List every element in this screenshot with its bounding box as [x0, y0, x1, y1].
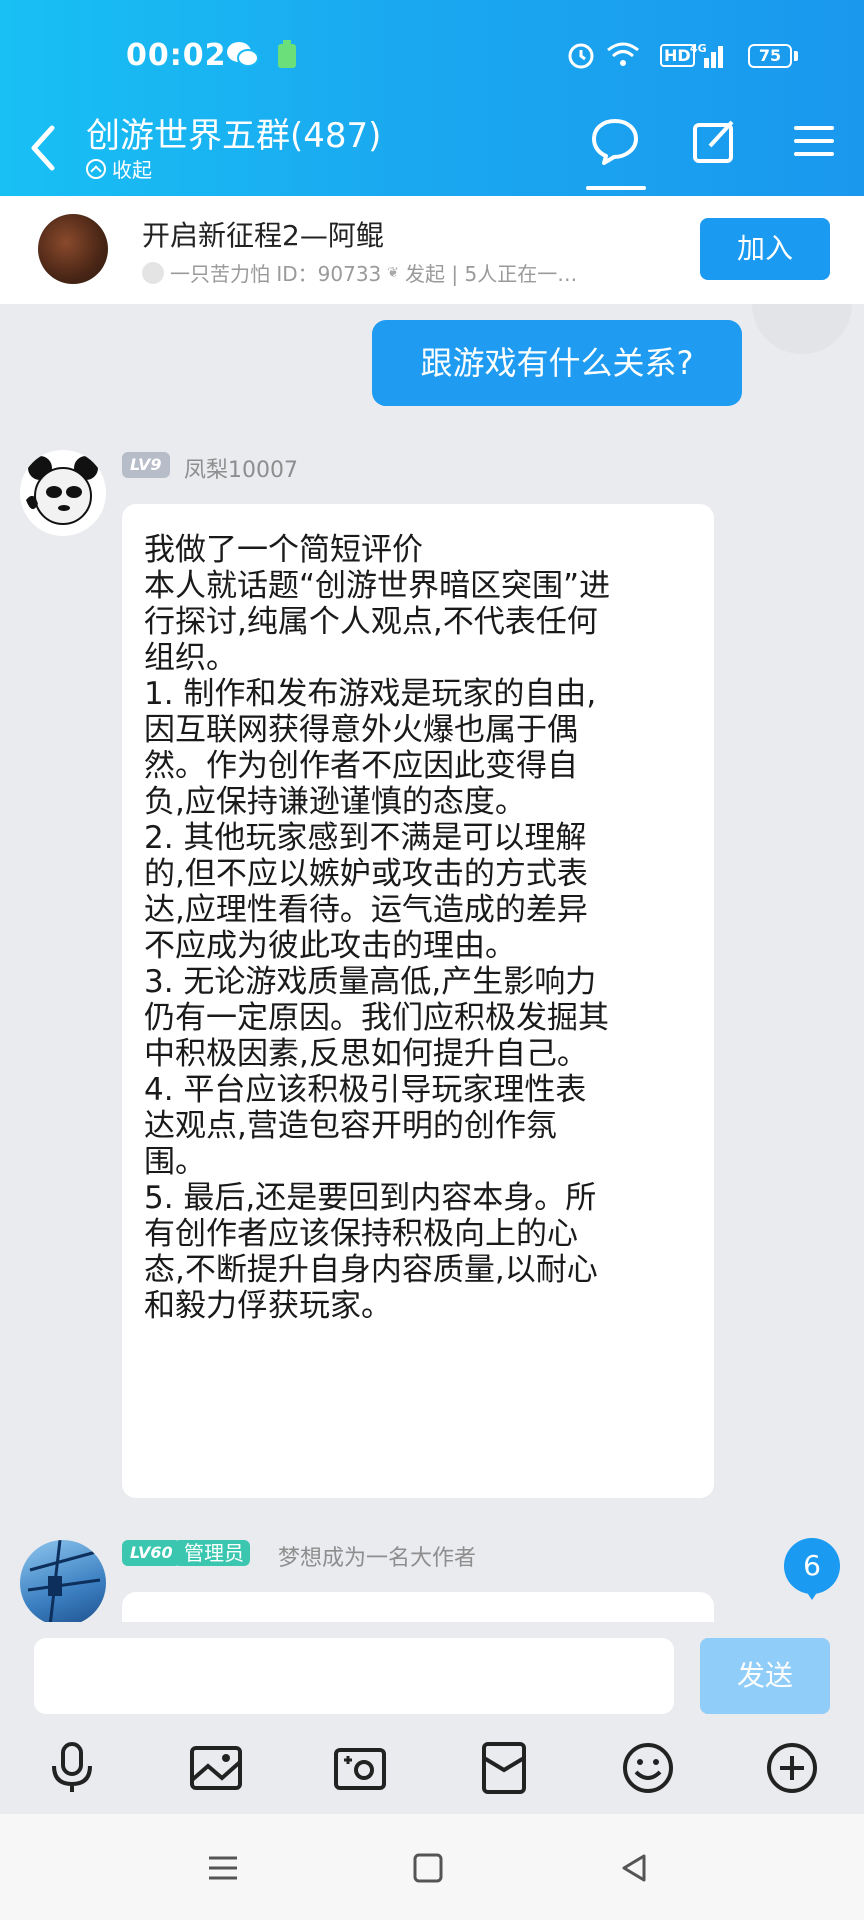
- host-badge-icon: ❦: [387, 264, 400, 281]
- message-line: 围。: [144, 1144, 206, 1180]
- message-line: 1. 制作和发布游戏是玩家的自由,: [144, 676, 597, 712]
- input-toolbar: [0, 1730, 864, 1814]
- battery-level: 75: [758, 46, 782, 65]
- active-tab-indicator: [586, 186, 646, 190]
- system-nav-bar: [0, 1814, 864, 1920]
- emoji-icon[interactable]: [620, 1740, 676, 1796]
- input-bar: 发送: [0, 1622, 864, 1730]
- top-bar: 00:02 HD 4G 75 创游世界五群(487) 收起: [0, 0, 864, 196]
- battery-tip: [794, 51, 798, 61]
- plus-icon[interactable]: [764, 1740, 820, 1796]
- activity-host: 一只苦力怕 ID：90733: [170, 262, 382, 286]
- battery-icon: 75: [748, 44, 792, 68]
- level-badge: LV60: [122, 1540, 181, 1566]
- unread-count-badge[interactable]: 6: [784, 1538, 840, 1600]
- message-line: 我做了一个简短评价: [144, 532, 423, 568]
- back-icon[interactable]: [618, 1852, 650, 1884]
- alarm-icon: [568, 43, 594, 69]
- message-line: 有创作者应该保持积极向上的心: [144, 1216, 578, 1252]
- signal-icon: 4G: [690, 42, 723, 68]
- message-line: 本人就话题“创游世界暗区突围”进: [144, 568, 611, 604]
- panda-avatar-icon: [20, 450, 106, 536]
- message-line: 3. 无论游戏质量高低,产生影响力: [144, 964, 597, 1000]
- wifi-icon: [607, 42, 639, 66]
- message-line: 负,应保持谦逊谨慎的态度。: [144, 784, 526, 820]
- back-arrow-icon[interactable]: [26, 118, 60, 178]
- menu-icon[interactable]: [792, 116, 836, 166]
- message-line: 行探讨,纯属个人观点,不代表任何: [144, 604, 598, 640]
- status-time: 00:02: [126, 38, 227, 73]
- avatar-image-icon: [27, 1540, 101, 1622]
- red-packet-icon[interactable]: [476, 1740, 532, 1796]
- message-line: 然。作为创作者不应因此变得自: [144, 748, 578, 784]
- join-button[interactable]: 加入: [700, 218, 830, 280]
- wechat-icon: [227, 42, 259, 67]
- home-icon[interactable]: [412, 1852, 444, 1884]
- network-label: 4G: [690, 42, 707, 55]
- message-input[interactable]: [34, 1638, 674, 1714]
- image-icon[interactable]: [188, 1740, 244, 1796]
- activity-status: 发起 | 5人正在一…: [405, 262, 578, 286]
- message-line: 和毅力俘获玩家。: [144, 1288, 392, 1324]
- message-line: 组织。: [144, 640, 237, 676]
- avatar[interactable]: [20, 450, 106, 536]
- collapse-label: 收起: [112, 158, 152, 182]
- mic-icon[interactable]: [44, 1740, 100, 1796]
- message-line: 态,不断提升自身内容质量,以耐心: [144, 1252, 598, 1288]
- edit-icon[interactable]: [690, 116, 740, 166]
- my-message-bubble[interactable]: 跟游戏有什么关系?: [372, 320, 742, 406]
- activity-subtitle: 一只苦力怕 ID：90733 ❦ 发起 | 5人正在一…: [142, 258, 577, 287]
- message-line: 5. 最后,还是要回到内容本身。所: [144, 1180, 597, 1216]
- floating-circle: [752, 304, 852, 354]
- camera-icon[interactable]: [332, 1740, 388, 1796]
- message-line: 4. 平台应该积极引导玩家理性表: [144, 1072, 587, 1108]
- recent-apps-icon[interactable]: [206, 1852, 240, 1884]
- message-line: 达观点,营造包容开明的创作氛: [144, 1108, 557, 1144]
- send-button[interactable]: 发送: [700, 1638, 830, 1714]
- message-line: 2. 其他玩家感到不满是可以理解: [144, 820, 587, 856]
- chat-header: 创游世界五群(487) 收起: [0, 100, 864, 196]
- activity-avatar: [38, 214, 108, 284]
- message-line: 仍有一定原因。我们应积极发掘其: [144, 1000, 609, 1036]
- group-title[interactable]: 创游世界五群(487): [86, 108, 381, 157]
- message-line: 的,但不应以嫉妒或攻击的方式表: [144, 856, 588, 892]
- sender-name[interactable]: 梦想成为一名大作者: [278, 1540, 476, 1572]
- sender-name[interactable]: 凤梨10007: [184, 452, 298, 484]
- status-bar: 00:02 HD 4G 75: [0, 0, 864, 110]
- message-line: 不应成为彼此攻击的理由。: [144, 928, 516, 964]
- chat-area[interactable]: 跟游戏有什么关系? LV9 凤梨10007 我做了一个简短评价 本人就话题“创游世…: [0, 304, 864, 1622]
- message-bubble[interactable]: [122, 1592, 714, 1622]
- level-badge: LV9: [122, 452, 170, 478]
- activity-banner[interactable]: 开启新征程2—阿鲲 一只苦力怕 ID：90733 ❦ 发起 | 5人正在一… 加…: [0, 196, 864, 304]
- admin-badge: 管理员: [178, 1540, 250, 1566]
- message-line: 因互联网获得意外火爆也属于偶: [144, 712, 578, 748]
- user-avatar-small: [142, 261, 164, 284]
- message-bubble[interactable]: 我做了一个简短评价 本人就话题“创游世界暗区突围”进 行探讨,纯属个人观点,不代表任…: [122, 504, 714, 1498]
- avatar[interactable]: [20, 1540, 106, 1622]
- message-line: 中积极因素,反思如何提升自己。: [144, 1036, 588, 1072]
- activity-title: 开启新征程2—阿鲲: [142, 219, 384, 252]
- battery-saver-icon: [278, 40, 296, 68]
- collapse-button[interactable]: 收起: [86, 154, 152, 183]
- chevron-up-icon: [86, 158, 106, 179]
- chat-bubble-icon[interactable]: [590, 116, 640, 166]
- message-line: 达,应理性看待。运气造成的差异: [144, 892, 588, 928]
